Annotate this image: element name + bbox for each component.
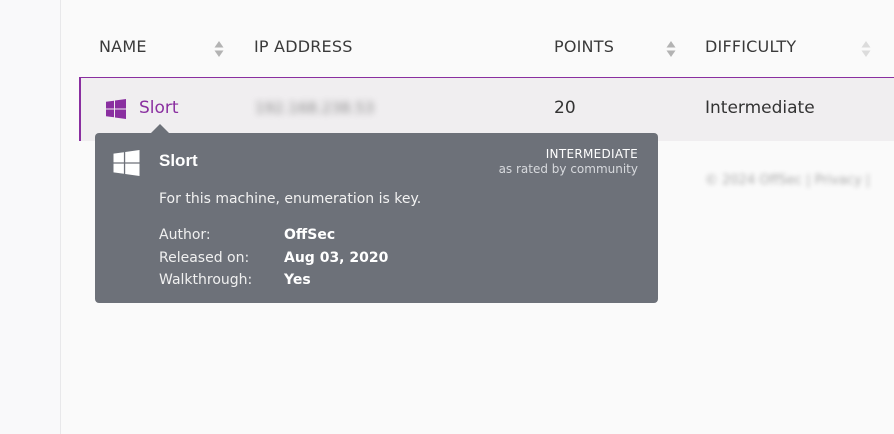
tooltip-title: Slort: [159, 151, 198, 170]
ip-address-value: 192.168.238.53: [255, 99, 375, 117]
left-rail: [0, 0, 61, 434]
sort-icon[interactable]: [214, 40, 224, 58]
column-header-difficulty[interactable]: DIFFICULTY: [705, 37, 796, 56]
footer-text: © 2024 OffSec | Privacy |: [705, 173, 871, 188]
column-header-ip: IP ADDRESS: [254, 37, 353, 56]
tooltip-rated-by: as rated by community: [498, 162, 638, 176]
points-value: 20: [554, 98, 576, 118]
machine-name-link[interactable]: Slort: [139, 98, 179, 118]
sort-icon[interactable]: [861, 40, 871, 58]
released-value: Aug 03, 2020: [284, 250, 389, 266]
column-header-name[interactable]: NAME: [99, 37, 147, 56]
author-value: OffSec: [284, 227, 336, 243]
windows-icon: [106, 99, 126, 123]
column-header-points[interactable]: POINTS: [554, 37, 614, 56]
machine-tooltip: Slort INTERMEDIATE as rated by community…: [95, 133, 658, 303]
author-label: Author:: [159, 227, 211, 243]
released-label: Released on:: [159, 250, 250, 266]
difficulty-value: Intermediate: [705, 98, 815, 118]
sort-icon[interactable]: [666, 40, 676, 58]
tooltip-difficulty: INTERMEDIATE: [545, 147, 638, 161]
windows-icon: [113, 150, 140, 180]
walkthrough-label: Walkthrough:: [159, 272, 253, 288]
walkthrough-value: Yes: [284, 272, 311, 288]
tooltip-description: For this machine, enumeration is key.: [159, 191, 422, 207]
